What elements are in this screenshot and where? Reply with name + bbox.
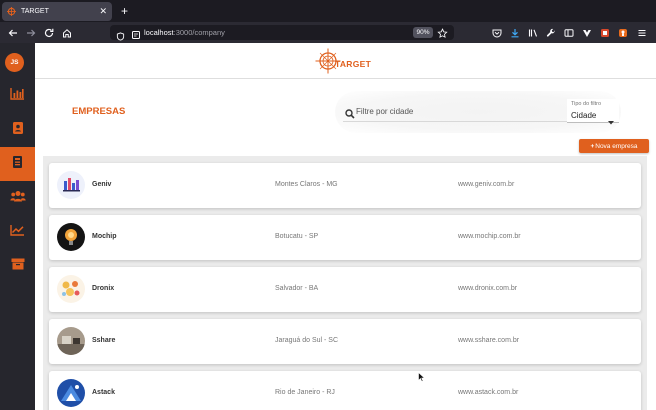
users-icon (9, 189, 26, 207)
company-logo (57, 379, 85, 407)
company-logo (57, 327, 85, 355)
app-main: TARGET EMPRESAS Tipo do filtro Cidade + … (35, 43, 656, 410)
line-chart-icon (10, 223, 25, 241)
url-text[interactable]: localhost:3000/company (144, 28, 225, 37)
city-filter-field[interactable] (343, 100, 571, 122)
company-card[interactable]: Astack Rio de Janeiro - RJ www.astack.co… (49, 371, 641, 410)
filter-type-caption: Tipo do filtro (571, 101, 602, 107)
extension-orange-icon[interactable] (617, 27, 628, 38)
tab-close-icon[interactable]: ✕ (99, 7, 107, 16)
company-website: www.geniv.com.br (458, 181, 515, 188)
new-company-label: Nova empresa (595, 142, 638, 150)
avatar[interactable]: JS (5, 53, 24, 72)
forward-arrow-icon[interactable] (24, 26, 37, 39)
contact-book-icon (12, 121, 24, 140)
bar-chart-icon (10, 87, 25, 105)
menu-hamburger-icon[interactable] (636, 27, 647, 38)
filter-type-select[interactable]: Tipo do filtro Cidade (567, 99, 619, 125)
company-logo (57, 275, 85, 303)
download-icon[interactable] (509, 27, 520, 38)
company-logo (57, 223, 85, 251)
bookmark-star-icon[interactable] (437, 26, 448, 44)
sidebar-item-dashboard[interactable] (0, 79, 35, 113)
url-bar[interactable]: localhost:3000/company 90% (110, 25, 454, 41)
company-name: Mochip (92, 233, 117, 240)
library-icon[interactable] (527, 27, 538, 38)
tab-title: TARGET (21, 8, 49, 15)
company-name: Sshare (92, 337, 116, 344)
browser-tab-bar: TARGET ✕ + (0, 0, 656, 22)
reload-icon[interactable] (42, 26, 55, 39)
back-arrow-icon[interactable] (6, 26, 19, 39)
sidebar-item-contacts[interactable] (0, 113, 35, 147)
company-logo (57, 171, 85, 199)
company-city: Salvador - BA (275, 285, 319, 292)
search-icon (345, 106, 355, 124)
target-logo[interactable]: TARGET (315, 48, 371, 79)
company-card[interactable]: Mochip Botucatu - SP www.mochip.com.br (49, 215, 641, 260)
company-card[interactable]: Geniv Montes Claros - MG www.geniv.com.b… (49, 163, 641, 208)
new-tab-button[interactable]: + (121, 4, 128, 18)
zoom-level-badge[interactable]: 90% (413, 27, 433, 38)
company-city: Botucatu - SP (275, 233, 319, 240)
company-website: www.sshare.com.br (458, 337, 520, 344)
sidebar-item-reports[interactable] (0, 215, 35, 249)
vue-devtools-icon[interactable] (581, 27, 592, 38)
sidebar-item-users[interactable] (0, 181, 35, 215)
extension-red-icon[interactable] (599, 27, 610, 38)
wrench-icon[interactable] (545, 27, 556, 38)
browser-nav-bar: localhost:3000/company 90% (0, 22, 656, 43)
mouse-cursor-icon (418, 369, 426, 387)
company-website: www.mochip.com.br (458, 233, 521, 240)
sidebar-toggle-icon[interactable] (563, 27, 574, 38)
filter-type-value: Cidade (571, 111, 597, 120)
company-city: Montes Claros - MG (275, 181, 338, 188)
caret-down-icon (608, 112, 614, 130)
archive-icon (11, 257, 25, 275)
company-website: www.dronix.com.br (458, 285, 518, 292)
company-name: Astack (92, 389, 115, 396)
company-card[interactable]: Sshare Jaraguá do Sul - SC www.sshare.co… (49, 319, 641, 364)
building-icon (12, 155, 23, 174)
page-title: EMPRESAS (72, 106, 126, 117)
sidebar-item-archive[interactable] (0, 249, 35, 283)
company-city: Jaraguá do Sul - SC (275, 337, 339, 344)
browser-tab[interactable]: TARGET ✕ (2, 2, 112, 21)
sidebar-item-companies[interactable] (0, 147, 35, 181)
company-city: Rio de Janeiro - RJ (275, 389, 335, 396)
app-header: TARGET (35, 43, 656, 79)
app-sidebar: JS (0, 43, 35, 410)
company-list: Geniv Montes Claros - MG www.geniv.com.b… (43, 156, 647, 410)
pocket-icon[interactable] (491, 27, 502, 38)
home-icon[interactable] (60, 26, 73, 39)
target-favicon-icon (7, 7, 16, 16)
company-name: Geniv (92, 181, 112, 188)
company-website: www.astack.com.br (458, 389, 519, 396)
company-name: Dronix (92, 285, 115, 292)
company-card[interactable]: Dronix Salvador - BA www.dronix.com.br (49, 267, 641, 312)
new-company-button[interactable]: + Nova empresa (579, 139, 649, 153)
plus-icon: + (590, 142, 595, 150)
city-filter-input[interactable] (356, 103, 556, 119)
logo-text: TARGET (335, 58, 372, 69)
